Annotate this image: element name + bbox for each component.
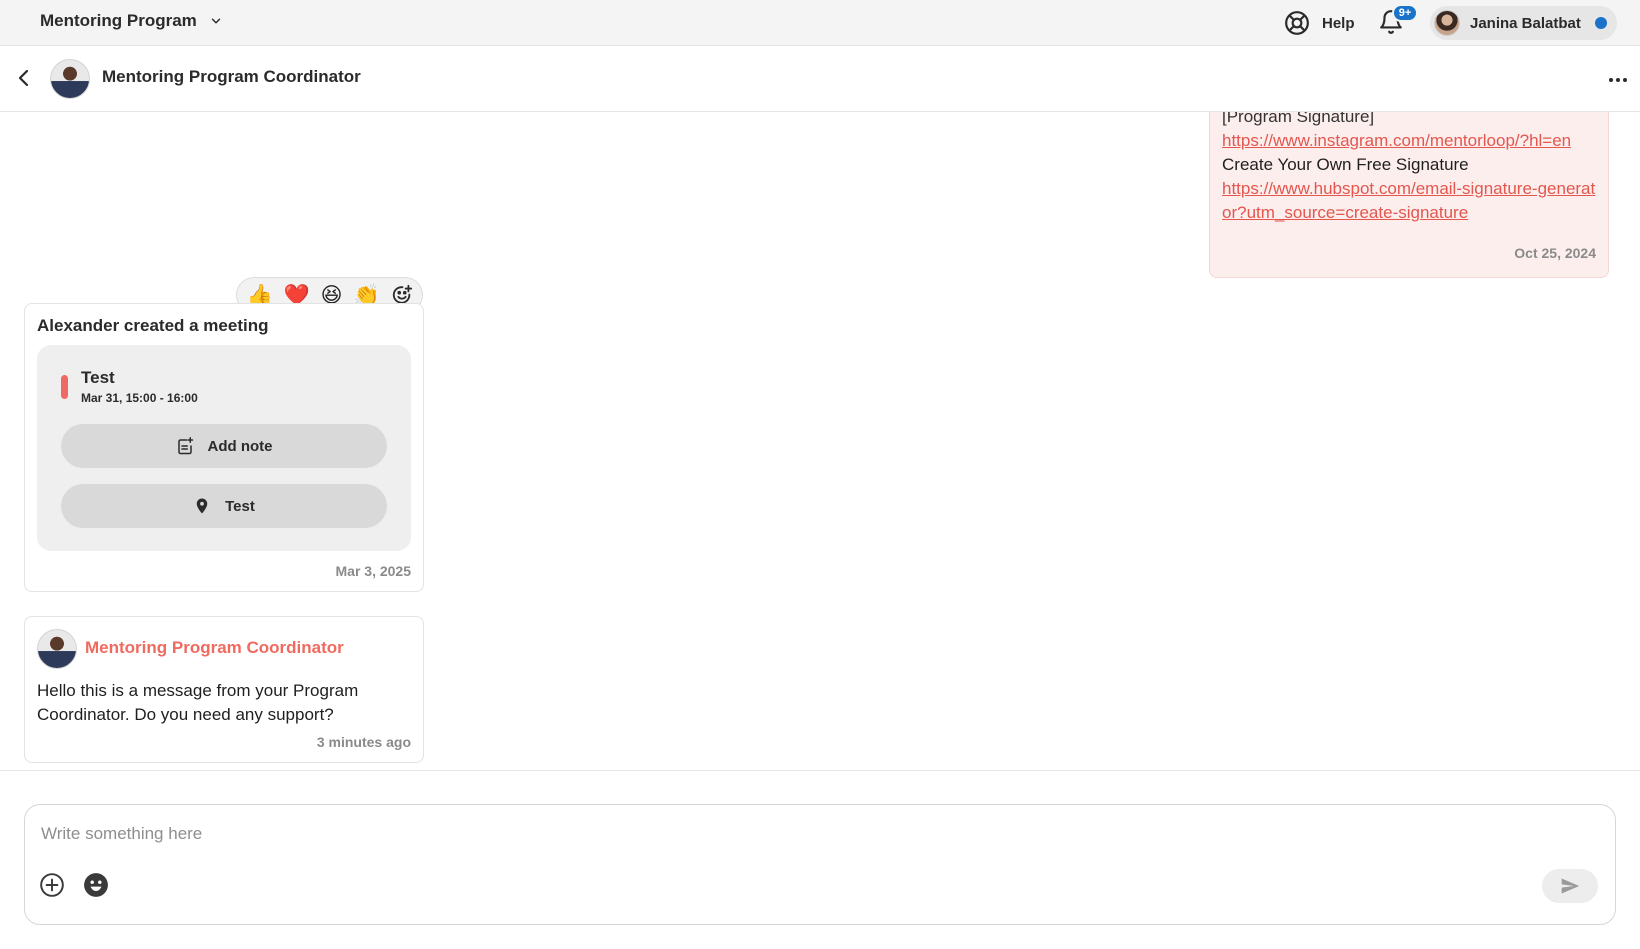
emoji-icon[interactable] [83,872,109,898]
meeting-time: Mar 31, 15:00 - 16:00 [81,391,198,405]
notifications-button[interactable]: 9+ [1378,4,1418,37]
meeting-message: Alexander created a meeting Test Mar 31,… [24,303,424,592]
program-name: Mentoring Program [40,11,197,30]
coordinator-message: Mentoring Program Coordinator Hello this… [24,616,424,763]
meeting-location-button[interactable]: Test [61,484,387,528]
avatar [37,629,77,669]
presence-indicator [1594,17,1607,29]
add-note-label: Add note [207,437,273,455]
own-message: [Program Signature] https://www.instagra… [1209,112,1609,278]
composer-area [0,770,1640,949]
lifebuoy-icon [1285,11,1309,35]
meeting-location-label: Test [225,497,255,515]
message-input[interactable] [41,821,1581,847]
program-switcher[interactable]: Mentoring Program [40,11,223,31]
help-label: Help [1322,14,1355,32]
top-bar: Mentoring Program Help 9+ Janina Balatba… [0,0,1640,46]
avatar [1434,10,1460,36]
send-icon [1561,878,1580,894]
composer [24,804,1616,925]
avatar [50,59,90,99]
chevron-left-icon[interactable] [12,66,36,90]
map-pin-icon [196,498,208,514]
meeting-title: Test [81,368,115,387]
meeting-color-bar [61,375,68,399]
meeting-created-text: Alexander created a meeting [37,316,269,335]
message-link[interactable]: https://www.instagram.com/mentorloop/?hl… [1222,129,1596,153]
user-name: Janina Balatbat [1470,14,1581,32]
chevron-down-icon [211,18,221,24]
note-add-icon [177,437,193,455]
message-link[interactable]: https://www.hubspot.com/email-signature-… [1222,177,1596,225]
message-timestamp: Mar 3, 2025 [335,563,412,579]
help-button[interactable]: Help [1284,10,1355,36]
send-button[interactable] [1542,869,1598,903]
more-horizontal-icon[interactable] [1606,68,1630,92]
message-timestamp: 3 minutes ago [316,734,411,750]
message-text: [Program Signature] [1222,112,1375,126]
message-text: Create Your Own Free Signature [1222,155,1469,174]
user-menu[interactable]: Janina Balatbat [1430,6,1617,40]
add-note-button[interactable]: Add note [61,424,387,468]
conversation-title: Mentoring Program Coordinator [102,67,361,86]
message-text: Hello this is a message from your Progra… [37,681,359,724]
conversation-header: Mentoring Program Coordinator [0,46,1640,112]
message-sender[interactable]: Mentoring Program Coordinator [85,638,344,658]
meeting-card[interactable]: Test Mar 31, 15:00 - 16:00 Add note Test [37,345,411,551]
plus-circle-icon[interactable] [39,872,65,898]
notification-badge: 9+ [1392,4,1418,22]
message-list[interactable]: [Program Signature] https://www.instagra… [0,112,1640,770]
message-timestamp: Oct 25, 2024 [1514,245,1596,261]
